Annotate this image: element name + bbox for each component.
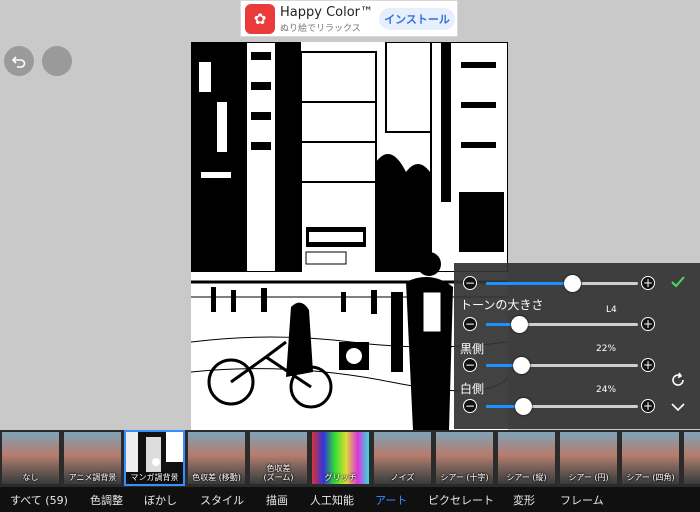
black-side-minus-button[interactable]: − [463, 358, 477, 372]
black-side-slider[interactable] [486, 364, 638, 367]
tab-transform[interactable]: 変形 [513, 492, 535, 508]
white-side-value: 24% [596, 385, 617, 395]
black-side-value: 22% [596, 344, 617, 354]
thumbnail-anime-bg[interactable]: アニメ調背景 [64, 432, 121, 484]
thumbnail-label: 色収差 (ズーム) [263, 464, 294, 482]
tab-drawing[interactable]: 描画 [266, 492, 288, 508]
thumbnail-label: アニメ調背景 [68, 473, 117, 482]
thumbnail-label: シアー (縦) [506, 473, 547, 482]
tone-size-slider[interactable] [486, 323, 638, 326]
white-side-plus-button[interactable]: + [641, 399, 655, 413]
app-icon: ✿ [245, 4, 275, 34]
row0-slider[interactable] [486, 282, 638, 285]
white-side-slider[interactable] [486, 405, 638, 408]
thumbnail-none[interactable]: なし [2, 432, 59, 484]
tone-size-label: トーンの大きさ [460, 298, 544, 312]
tab-pixelate[interactable]: ピクセレート [428, 492, 494, 508]
secondary-button[interactable] [42, 46, 72, 76]
tab-art[interactable]: アート [375, 492, 407, 508]
thumbnail-glitch[interactable]: グリッチ [312, 432, 369, 484]
undo-icon [11, 56, 26, 68]
ad-banner[interactable]: ✿ Happy Color™ ぬり絵でリラックス インストール [240, 0, 458, 37]
tab-style[interactable]: スタイル [200, 492, 244, 508]
refresh-icon[interactable] [670, 372, 686, 388]
row0-minus-button[interactable]: − [463, 276, 477, 290]
tab-ai[interactable]: 人工知能 [310, 492, 354, 508]
tab-blur[interactable]: ぼかし [144, 492, 177, 508]
tone-size-value: L4 [606, 305, 617, 315]
category-tab-bar: すべて (59) 色調整 ぼかし スタイル 描画 人工知能 アート ピクセレート… [0, 487, 700, 512]
thumbnail-label: シアー (四角) [626, 473, 675, 482]
tab-color-adjust[interactable]: 色調整 [90, 492, 123, 508]
thumbnail-next[interactable] [684, 432, 700, 484]
tone-size-plus-button[interactable]: + [641, 317, 655, 331]
thumbnail-noise[interactable]: ノイズ [374, 432, 431, 484]
checkmark-icon[interactable] [670, 274, 686, 290]
thumbnail-shear-square[interactable]: シアー (四角) [622, 432, 679, 484]
thumbnail-chromatic-zoom[interactable]: 色収差 (ズーム) [250, 432, 307, 484]
tab-all[interactable]: すべて (59) [10, 492, 68, 508]
thumbnail-label: グリッチ [324, 473, 357, 482]
white-side-label: 白側 [460, 382, 485, 396]
white-side-minus-button[interactable]: − [463, 399, 477, 413]
filter-thumbnail-strip: なし アニメ調背景 マンガ調背景 色収差 (移動) 色収差 (ズーム) グリッチ… [0, 430, 700, 487]
thumbnail-chromatic-shift[interactable]: 色収差 (移動) [188, 432, 245, 484]
black-side-plus-button[interactable]: + [641, 358, 655, 372]
thumbnail-label: ノイズ [390, 473, 415, 482]
row0-plus-button[interactable]: + [641, 276, 655, 290]
effect-settings-panel: − + トーンの大きさ L4 − + 黒側 22% − + 白側 24% − + [454, 263, 700, 429]
row0-slider-thumb[interactable] [564, 275, 581, 292]
thumbnail-shear-vertical[interactable]: シアー (縦) [498, 432, 555, 484]
thumbnail-shear-cross[interactable]: シアー (十字) [436, 432, 493, 484]
thumbnail-manga-bg[interactable]: マンガ調背景 [124, 430, 185, 486]
thumbnail-label: シアー (十字) [440, 473, 489, 482]
ad-subtitle: ぬり絵でリラックス [280, 24, 361, 34]
thumbnail-label: なし [22, 473, 39, 482]
thumbnail-label: マンガ調背景 [130, 473, 179, 482]
tone-size-slider-thumb[interactable] [511, 316, 528, 333]
tone-size-minus-button[interactable]: − [463, 317, 477, 331]
install-button[interactable]: インストール [379, 8, 455, 30]
thumbnail-label: シアー (円) [568, 473, 609, 482]
black-side-slider-thumb[interactable] [513, 357, 530, 374]
white-side-slider-thumb[interactable] [515, 398, 532, 415]
chevron-down-icon[interactable] [670, 401, 686, 413]
black-side-label: 黒側 [460, 342, 485, 356]
thumbnail-label: 色収差 (移動) [192, 473, 241, 482]
tab-frame[interactable]: フレーム [560, 492, 604, 508]
thumbnail-shear-circle[interactable]: シアー (円) [560, 432, 617, 484]
undo-button[interactable] [4, 46, 34, 76]
ad-title: Happy Color™ [280, 5, 374, 20]
